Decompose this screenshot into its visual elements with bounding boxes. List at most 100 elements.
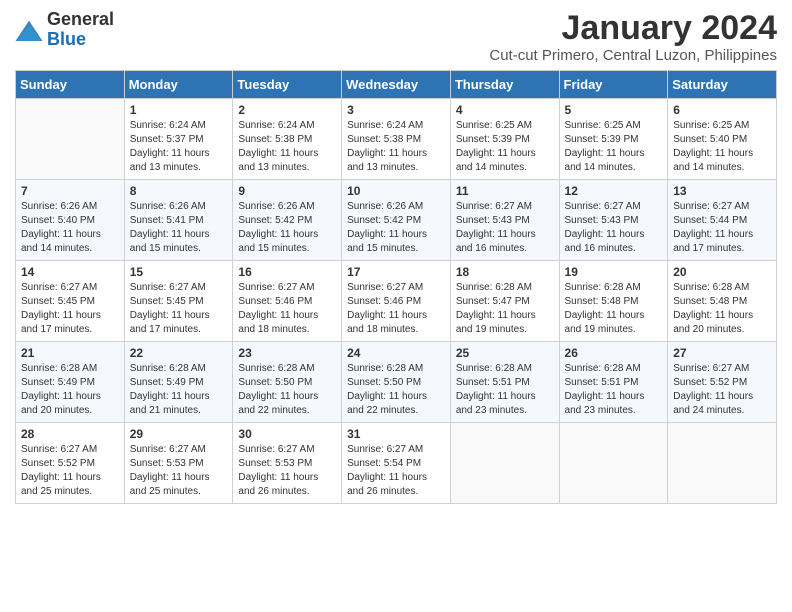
calendar-cell: 20 Sunrise: 6:28 AMSunset: 5:48 PMDayligh…	[668, 261, 777, 342]
calendar-cell: 26 Sunrise: 6:28 AMSunset: 5:51 PMDayligh…	[559, 342, 668, 423]
calendar-cell: 14 Sunrise: 6:27 AMSunset: 5:45 PMDayligh…	[16, 261, 125, 342]
day-number: 16	[238, 265, 336, 279]
day-number: 28	[21, 427, 119, 441]
day-info: Sunrise: 6:24 AMSunset: 5:37 PMDaylight:…	[130, 119, 228, 175]
location-title: Cut-cut Primero, Central Luzon, Philippi…	[489, 47, 777, 64]
calendar-header-cell: Thursday	[450, 71, 559, 99]
day-info: Sunrise: 6:26 AMSunset: 5:40 PMDaylight:…	[21, 200, 119, 256]
calendar-cell: 7 Sunrise: 6:26 AMSunset: 5:40 PMDaylight…	[16, 180, 125, 261]
day-number: 5	[565, 103, 663, 117]
day-number: 29	[130, 427, 228, 441]
day-info: Sunrise: 6:28 AMSunset: 5:51 PMDaylight:…	[456, 362, 554, 418]
month-title: January 2024	[489, 10, 777, 47]
calendar-cell	[668, 423, 777, 504]
calendar-header-cell: Saturday	[668, 71, 777, 99]
calendar-cell: 3 Sunrise: 6:24 AMSunset: 5:38 PMDaylight…	[342, 99, 451, 180]
calendar-cell: 19Sunrise: 6:28 AMSunset: 5:48 PMDayligh…	[559, 261, 668, 342]
day-info: Sunrise: 6:27 AMSunset: 5:43 PMDaylight:…	[565, 200, 663, 256]
day-info: Sunrise: 6:27 AMSunset: 5:46 PMDaylight:…	[238, 281, 336, 337]
calendar-cell: 15 Sunrise: 6:27 AMSunset: 5:45 PMDayligh…	[124, 261, 233, 342]
title-area: January 2024 Cut-cut Primero, Central Lu…	[489, 10, 777, 64]
calendar-cell	[559, 423, 668, 504]
calendar-cell: 4Sunrise: 6:25 AMSunset: 5:39 PMDaylight…	[450, 99, 559, 180]
day-number: 7	[21, 184, 119, 198]
day-number: 3	[347, 103, 445, 117]
day-number: 12	[565, 184, 663, 198]
calendar-week-row: 28 Sunrise: 6:27 AMSunset: 5:52 PMDayligh…	[16, 423, 777, 504]
calendar-header-cell: Monday	[124, 71, 233, 99]
calendar-cell: 18Sunrise: 6:28 AMSunset: 5:47 PMDayligh…	[450, 261, 559, 342]
calendar-cell: 9 Sunrise: 6:26 AMSunset: 5:42 PMDaylight…	[233, 180, 342, 261]
day-number: 25	[456, 346, 554, 360]
calendar-cell: 29 Sunrise: 6:27 AMSunset: 5:53 PMDayligh…	[124, 423, 233, 504]
day-number: 9	[238, 184, 336, 198]
day-info: Sunrise: 6:27 AMSunset: 5:45 PMDaylight:…	[21, 281, 119, 337]
day-number: 13	[673, 184, 771, 198]
day-number: 8	[130, 184, 228, 198]
day-number: 22	[130, 346, 228, 360]
calendar-table: SundayMondayTuesdayWednesdayThursdayFrid…	[15, 70, 777, 504]
day-number: 21	[21, 346, 119, 360]
day-number: 15	[130, 265, 228, 279]
calendar-cell	[16, 99, 125, 180]
calendar-cell	[450, 423, 559, 504]
day-info: Sunrise: 6:24 AMSunset: 5:38 PMDaylight:…	[347, 119, 445, 175]
day-number: 30	[238, 427, 336, 441]
day-number: 27	[673, 346, 771, 360]
day-info: Sunrise: 6:27 AMSunset: 5:54 PMDaylight:…	[347, 443, 445, 499]
calendar-week-row: 21 Sunrise: 6:28 AMSunset: 5:49 PMDayligh…	[16, 342, 777, 423]
day-info: Sunrise: 6:27 AMSunset: 5:46 PMDaylight:…	[347, 281, 445, 337]
calendar-cell: 16 Sunrise: 6:27 AMSunset: 5:46 PMDayligh…	[233, 261, 342, 342]
calendar-header-cell: Wednesday	[342, 71, 451, 99]
calendar-cell: 8 Sunrise: 6:26 AMSunset: 5:41 PMDaylight…	[124, 180, 233, 261]
calendar-cell: 5 Sunrise: 6:25 AMSunset: 5:39 PMDaylight…	[559, 99, 668, 180]
day-number: 24	[347, 346, 445, 360]
day-info: Sunrise: 6:28 AMSunset: 5:49 PMDaylight:…	[21, 362, 119, 418]
calendar-cell: 25 Sunrise: 6:28 AMSunset: 5:51 PMDayligh…	[450, 342, 559, 423]
calendar-body: 1Sunrise: 6:24 AMSunset: 5:37 PMDaylight…	[16, 99, 777, 504]
day-info: Sunrise: 6:26 AMSunset: 5:41 PMDaylight:…	[130, 200, 228, 256]
calendar-cell: 17Sunrise: 6:27 AMSunset: 5:46 PMDayligh…	[342, 261, 451, 342]
calendar-week-row: 1Sunrise: 6:24 AMSunset: 5:37 PMDaylight…	[16, 99, 777, 180]
header: General Blue January 2024 Cut-cut Primer…	[15, 10, 777, 64]
day-info: Sunrise: 6:27 AMSunset: 5:53 PMDaylight:…	[130, 443, 228, 499]
calendar-cell: 24Sunrise: 6:28 AMSunset: 5:50 PMDayligh…	[342, 342, 451, 423]
calendar-cell: 22 Sunrise: 6:28 AMSunset: 5:49 PMDayligh…	[124, 342, 233, 423]
day-number: 14	[21, 265, 119, 279]
day-number: 26	[565, 346, 663, 360]
day-info: Sunrise: 6:28 AMSunset: 5:51 PMDaylight:…	[565, 362, 663, 418]
calendar-cell: 31 Sunrise: 6:27 AMSunset: 5:54 PMDayligh…	[342, 423, 451, 504]
day-info: Sunrise: 6:27 AMSunset: 5:43 PMDaylight:…	[456, 200, 554, 256]
calendar-cell: 6Sunrise: 6:25 AMSunset: 5:40 PMDaylight…	[668, 99, 777, 180]
calendar-cell: 28 Sunrise: 6:27 AMSunset: 5:52 PMDayligh…	[16, 423, 125, 504]
logo-general-text: General	[47, 9, 114, 29]
day-number: 31	[347, 427, 445, 441]
day-info: Sunrise: 6:27 AMSunset: 5:53 PMDaylight:…	[238, 443, 336, 499]
day-info: Sunrise: 6:25 AMSunset: 5:39 PMDaylight:…	[565, 119, 663, 175]
calendar-cell: 27 Sunrise: 6:27 AMSunset: 5:52 PMDayligh…	[668, 342, 777, 423]
day-info: Sunrise: 6:27 AMSunset: 5:52 PMDaylight:…	[673, 362, 771, 418]
day-info: Sunrise: 6:25 AMSunset: 5:39 PMDaylight:…	[456, 119, 554, 175]
day-info: Sunrise: 6:28 AMSunset: 5:48 PMDaylight:…	[673, 281, 771, 337]
day-number: 23	[238, 346, 336, 360]
calendar-cell: 1Sunrise: 6:24 AMSunset: 5:37 PMDaylight…	[124, 99, 233, 180]
day-number: 6	[673, 103, 771, 117]
day-number: 10	[347, 184, 445, 198]
calendar-cell: 21 Sunrise: 6:28 AMSunset: 5:49 PMDayligh…	[16, 342, 125, 423]
calendar-cell: 30 Sunrise: 6:27 AMSunset: 5:53 PMDayligh…	[233, 423, 342, 504]
day-number: 11	[456, 184, 554, 198]
calendar-cell: 10 Sunrise: 6:26 AMSunset: 5:42 PMDayligh…	[342, 180, 451, 261]
day-info: Sunrise: 6:28 AMSunset: 5:49 PMDaylight:…	[130, 362, 228, 418]
calendar-header-row: SundayMondayTuesdayWednesdayThursdayFrid…	[16, 71, 777, 99]
day-info: Sunrise: 6:26 AMSunset: 5:42 PMDaylight:…	[238, 200, 336, 256]
day-info: Sunrise: 6:26 AMSunset: 5:42 PMDaylight:…	[347, 200, 445, 256]
calendar-week-row: 14 Sunrise: 6:27 AMSunset: 5:45 PMDayligh…	[16, 261, 777, 342]
day-info: Sunrise: 6:28 AMSunset: 5:48 PMDaylight:…	[565, 281, 663, 337]
day-info: Sunrise: 6:27 AMSunset: 5:45 PMDaylight:…	[130, 281, 228, 337]
day-info: Sunrise: 6:28 AMSunset: 5:47 PMDaylight:…	[456, 281, 554, 337]
day-info: Sunrise: 6:24 AMSunset: 5:38 PMDaylight:…	[238, 119, 336, 175]
day-info: Sunrise: 6:27 AMSunset: 5:44 PMDaylight:…	[673, 200, 771, 256]
day-info: Sunrise: 6:27 AMSunset: 5:52 PMDaylight:…	[21, 443, 119, 499]
day-number: 20	[673, 265, 771, 279]
calendar-cell: 12 Sunrise: 6:27 AMSunset: 5:43 PMDayligh…	[559, 180, 668, 261]
